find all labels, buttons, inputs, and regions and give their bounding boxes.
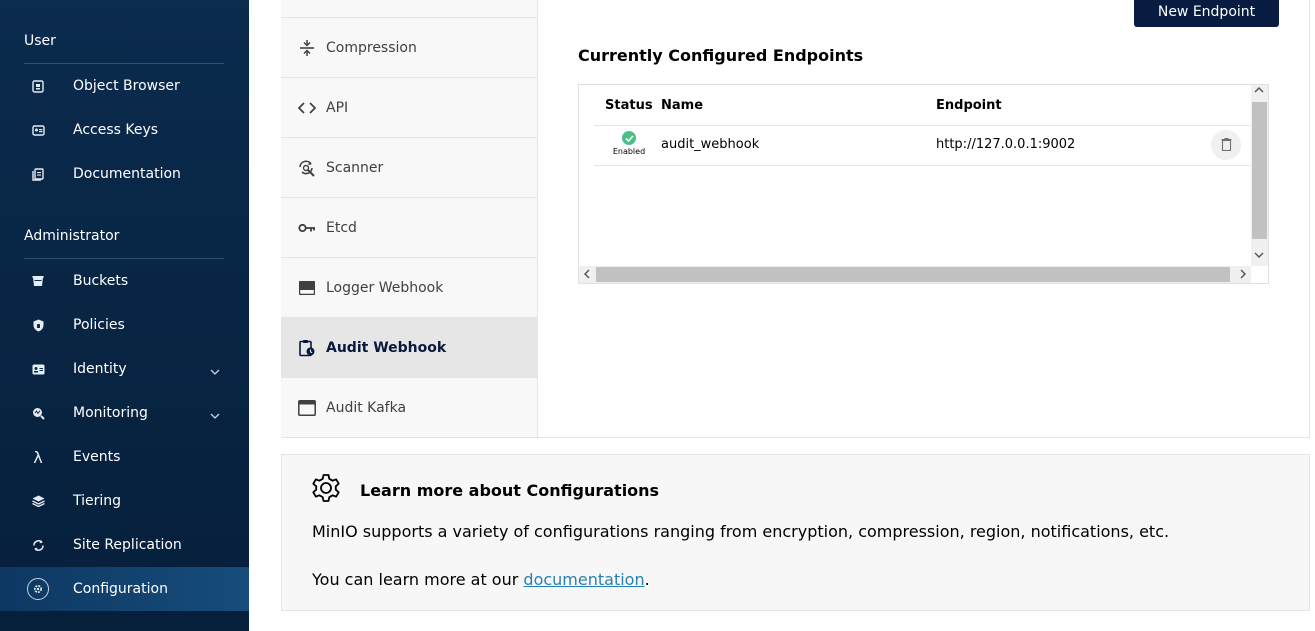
learn-more-description: MinIO supports a variety of configuratio… [312, 522, 1170, 541]
sidebar-item-site-replication[interactable]: Site Replication [0, 523, 249, 567]
documentation-icon [27, 163, 49, 185]
vertical-scrollbar[interactable] [1251, 85, 1268, 266]
sidebar-item-label: Monitoring [73, 405, 148, 421]
config-item-label: API [326, 99, 349, 116]
sidebar-item-policies[interactable]: Policies [0, 303, 249, 347]
policy-shield-icon [27, 314, 49, 336]
column-header-name: Name [661, 98, 704, 113]
horizontal-scroll-thumb[interactable] [596, 267, 1230, 282]
key-icon [297, 218, 317, 238]
chevron-down-icon[interactable] [210, 360, 220, 379]
check-circle-icon [622, 131, 636, 145]
tiering-icon [27, 490, 49, 512]
config-item-label: Audit Kafka [326, 399, 407, 416]
audit-webhook-icon [297, 338, 317, 358]
lambda-icon: λ [33, 447, 43, 467]
sidebar-section-administrator: Administrator [24, 228, 120, 244]
scanner-icon [297, 158, 317, 178]
config-item-label: Scanner [326, 159, 384, 176]
gear-icon [27, 578, 49, 600]
config-item-compression[interactable]: Compression [281, 18, 537, 78]
sidebar-item-label: Events [73, 449, 121, 465]
sidebar-item-label: Site Replication [73, 537, 182, 553]
scroll-right-icon[interactable] [1239, 269, 1247, 282]
sidebar-item-monitoring[interactable]: Monitoring [0, 391, 249, 435]
horizontal-scrollbar[interactable] [579, 266, 1251, 283]
sidebar: User Object Browser Access Keys Document… [0, 0, 249, 631]
sidebar-item-configuration[interactable]: Configuration [0, 567, 249, 611]
learn-more-suffix: . [644, 570, 650, 589]
sidebar-item-documentation[interactable]: Documentation [0, 152, 249, 196]
column-header-status: Status [605, 98, 653, 113]
config-item-label: Logger Webhook [326, 279, 444, 296]
status-badge: Enabled [609, 131, 649, 159]
compression-icon [297, 38, 317, 58]
site-replication-icon [27, 534, 49, 556]
config-item-label: Compression [326, 39, 417, 56]
learn-more-link-line: You can learn more at our documentation. [312, 570, 650, 589]
config-item-label: Audit Webhook [326, 339, 447, 356]
config-item-audit-kafka[interactable]: Audit Kafka [281, 378, 537, 438]
code-icon [297, 98, 317, 118]
endpoints-table: Status Name Endpoint Enabled audit_webho… [578, 84, 1269, 284]
endpoint-name-cell: audit_webhook [661, 137, 760, 152]
learn-more-title: Learn more about Configurations [360, 481, 660, 500]
object-browser-icon [27, 75, 49, 97]
identity-icon [27, 358, 49, 380]
new-endpoint-button[interactable]: New Endpoint [1134, 0, 1279, 27]
sidebar-item-label: Access Keys [73, 122, 159, 138]
config-item-previous[interactable] [281, 0, 537, 18]
learn-more-prefix: You can learn more at our [312, 570, 524, 589]
bucket-icon [27, 270, 49, 292]
audit-kafka-icon [297, 398, 317, 418]
sidebar-item-access-keys[interactable]: Access Keys [0, 108, 249, 152]
status-text: Enabled [612, 147, 646, 156]
sidebar-item-label: Documentation [73, 166, 181, 182]
config-item-scanner[interactable]: Scanner [281, 138, 537, 198]
vertical-scroll-thumb[interactable] [1252, 102, 1267, 239]
trash-icon [1221, 136, 1232, 155]
sidebar-item-label: Object Browser [73, 78, 180, 94]
row-divider [594, 165, 1251, 166]
configuration-menu: Compression API Scanner Etcd Logger Webh… [281, 0, 538, 438]
header-divider [594, 125, 1251, 126]
gear-icon [311, 473, 341, 503]
scroll-up-icon[interactable] [1254, 86, 1264, 97]
monitoring-icon [27, 402, 49, 424]
sidebar-item-tiering[interactable]: Tiering [0, 479, 249, 523]
column-header-endpoint: Endpoint [936, 98, 1002, 113]
sidebar-item-label: Configuration [73, 581, 168, 597]
endpoint-url-cell: http://127.0.0.1:9002 [936, 137, 1076, 152]
chevron-down-icon[interactable] [210, 404, 220, 423]
access-keys-icon [27, 119, 49, 141]
sidebar-item-identity[interactable]: Identity [0, 347, 249, 391]
learn-more-box: Learn more about Configurations MinIO su… [281, 454, 1310, 611]
scroll-left-icon[interactable] [583, 269, 591, 282]
sidebar-section-user: User [24, 33, 56, 49]
documentation-link[interactable]: documentation [523, 570, 644, 589]
config-item-logger-webhook[interactable]: Logger Webhook [281, 258, 537, 318]
sidebar-item-label: Tiering [73, 493, 122, 509]
sidebar-item-label: Buckets [73, 273, 129, 289]
scroll-down-icon[interactable] [1254, 251, 1264, 262]
sidebar-item-buckets[interactable]: Buckets [0, 259, 249, 303]
config-item-label: Etcd [326, 219, 357, 236]
endpoints-title: Currently Configured Endpoints [578, 46, 864, 65]
sidebar-item-label: Identity [73, 361, 127, 377]
sidebar-item-object-browser[interactable]: Object Browser [0, 64, 249, 108]
sidebar-item-events[interactable]: λ Events [0, 435, 249, 479]
config-item-api[interactable]: API [281, 78, 537, 138]
config-item-audit-webhook[interactable]: Audit Webhook [281, 318, 537, 378]
logger-webhook-icon [297, 278, 317, 298]
sidebar-item-label: Policies [73, 317, 125, 333]
config-item-etcd[interactable]: Etcd [281, 198, 537, 258]
delete-button[interactable] [1211, 130, 1241, 160]
